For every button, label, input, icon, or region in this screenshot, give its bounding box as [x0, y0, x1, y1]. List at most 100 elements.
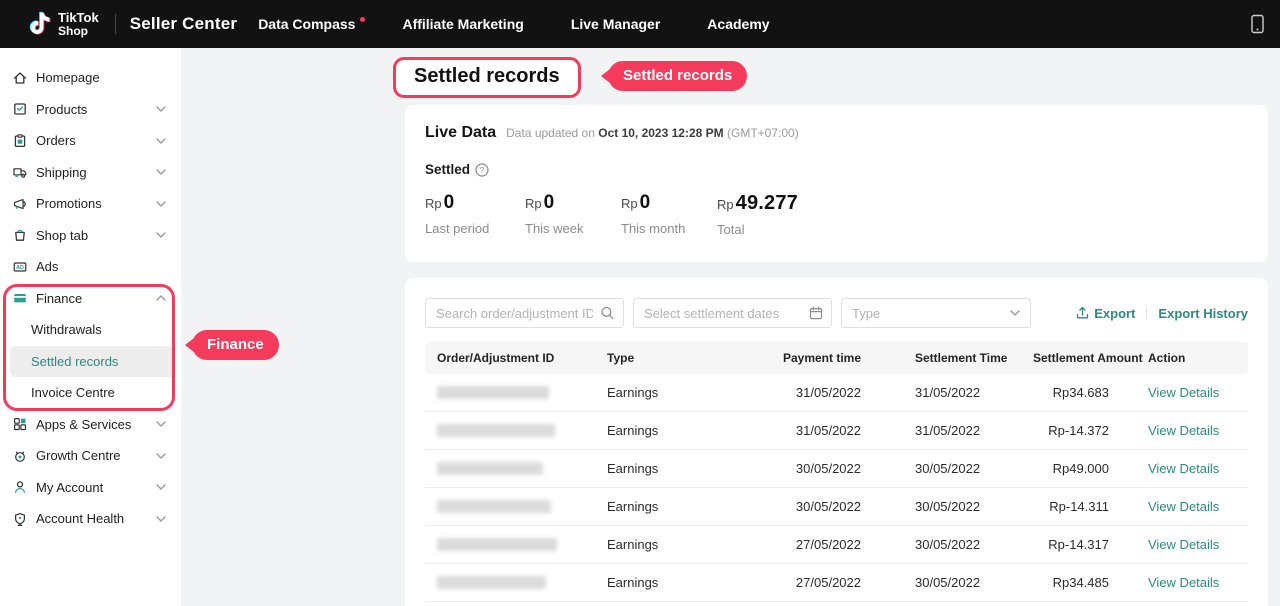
question-circle-icon[interactable]: ? [475, 163, 489, 177]
col-settlement-amount: Settlement Amount [1021, 342, 1121, 374]
chevron-down-icon [156, 138, 166, 144]
sidebar-item-withdrawals[interactable]: Withdrawals [0, 314, 181, 346]
updated-timestamp: Oct 10, 2023 12:28 PM [598, 126, 723, 140]
sidebar-item-shop-tab[interactable]: Shop tab [0, 220, 181, 252]
orders-clipboard-icon [12, 133, 28, 149]
view-details-link[interactable]: View Details [1148, 575, 1219, 590]
view-details-link[interactable]: View Details [1148, 461, 1219, 476]
sidebar-item-orders[interactable]: Orders [0, 125, 181, 157]
chevron-up-icon [156, 295, 166, 301]
annotation-callout-finance: Finance [192, 330, 279, 360]
table-row: Earnings 31/05/2022 31/05/2022 Rp34.683 … [425, 374, 1248, 412]
redacted-order-id [437, 538, 557, 551]
col-settlement-time: Settlement Time [873, 342, 1021, 374]
calendar-icon[interactable] [809, 306, 823, 320]
stat-this-week: Rp0 This week [525, 192, 621, 237]
mobile-phone-icon[interactable] [1244, 7, 1270, 41]
nav-data-compass[interactable]: Data Compass [258, 16, 355, 32]
user-icon [12, 479, 28, 495]
promotions-megaphone-icon [12, 196, 28, 212]
search-input-wrap [425, 298, 624, 328]
svg-text:AD: AD [16, 265, 24, 271]
view-details-link[interactable]: View Details [1148, 499, 1219, 514]
export-button[interactable]: Export [1076, 306, 1135, 321]
type-select[interactable]: Type [841, 298, 1031, 328]
chevron-down-icon [156, 201, 166, 207]
stat-total: Rp49.277 Total [717, 192, 817, 237]
finance-card-icon [12, 290, 28, 306]
sidebar-item-account-health[interactable]: Account Health [0, 503, 181, 535]
tiktok-shop-logo[interactable]: TikTok Shop [27, 10, 99, 38]
settled-records-table: Order/Adjustment ID Type Payment time Se… [425, 342, 1248, 602]
col-type: Type [595, 342, 725, 374]
sidebar-item-finance[interactable]: Finance [0, 283, 181, 315]
nav-academy[interactable]: Academy [707, 16, 769, 32]
redacted-order-id [437, 424, 555, 437]
sidebar-item-invoice-centre[interactable]: Invoice Centre [0, 377, 181, 409]
sidebar-item-growth-centre[interactable]: Growth Centre [0, 440, 181, 472]
table-header-row: Order/Adjustment ID Type Payment time Se… [425, 342, 1248, 374]
chevron-down-icon [156, 484, 166, 490]
chevron-down-icon [156, 453, 166, 459]
table-row: Earnings 27/05/2022 30/05/2022 Rp-14.317… [425, 526, 1248, 564]
page-title: Settled records [414, 65, 560, 88]
account-health-icon [12, 511, 28, 527]
search-icon[interactable] [600, 306, 615, 321]
live-data-card: Live Data Data updated on Oct 10, 2023 1… [405, 105, 1268, 262]
nav-affiliate-marketing[interactable]: Affiliate Marketing [402, 16, 523, 32]
sidebar-item-homepage[interactable]: Homepage [0, 62, 181, 94]
chevron-down-icon [156, 232, 166, 238]
redacted-order-id [437, 462, 543, 475]
sidebar-item-apps-services[interactable]: Apps & Services [0, 409, 181, 441]
date-range-input-wrap [633, 298, 832, 328]
redacted-order-id [437, 500, 551, 513]
chevron-down-icon [156, 106, 166, 112]
settled-section-label: Settled [425, 162, 470, 177]
main-content: Settled records Settled records Finance … [181, 48, 1280, 606]
topbar-nav: Data Compass Affiliate Marketing Live Ma… [258, 16, 769, 32]
redacted-order-id [437, 576, 546, 589]
redacted-order-id [437, 386, 549, 399]
sidebar-item-settled-records[interactable]: Settled records [10, 346, 175, 378]
annotation-callout-settled-records: Settled records [608, 61, 747, 91]
export-history-button[interactable]: Export History [1158, 306, 1248, 321]
nav-live-manager[interactable]: Live Manager [571, 16, 660, 32]
sidebar-item-promotions[interactable]: Promotions [0, 188, 181, 220]
products-box-icon [12, 101, 28, 117]
chevron-down-icon [156, 516, 166, 522]
sidebar: Homepage Products Orders Shipping Promot… [0, 48, 181, 606]
sidebar-item-products[interactable]: Products [0, 94, 181, 126]
seller-center-title[interactable]: Seller Center [130, 14, 237, 34]
stat-this-month: Rp0 This month [621, 192, 717, 237]
export-divider [1146, 307, 1147, 319]
settled-stats: Rp0 Last period Rp0 This week Rp0 This m… [425, 192, 1248, 237]
growth-icon [12, 448, 28, 464]
shipping-truck-icon [12, 164, 28, 180]
notification-dot [360, 17, 365, 22]
sidebar-item-ads[interactable]: AD Ads [0, 251, 181, 283]
view-details-link[interactable]: View Details [1148, 385, 1219, 400]
shop-bag-icon [12, 227, 28, 243]
view-details-link[interactable]: View Details [1148, 423, 1219, 438]
tiktok-note-icon [27, 10, 53, 38]
filter-bar: Type Export Export History [425, 298, 1248, 328]
sidebar-item-my-account[interactable]: My Account [0, 472, 181, 504]
topbar-divider [115, 14, 116, 34]
col-payment-time: Payment time [725, 342, 873, 374]
data-updated-text: Data updated on Oct 10, 2023 12:28 PM (G… [506, 126, 799, 140]
table-row: Earnings 30/05/2022 30/05/2022 Rp49.000 … [425, 450, 1248, 488]
topbar: TikTok Shop Seller Center Data Compass A… [0, 0, 1280, 48]
settled-records-card: Type Export Export History Order/Adjus [405, 278, 1268, 606]
sidebar-item-shipping[interactable]: Shipping [0, 157, 181, 189]
col-order-id: Order/Adjustment ID [425, 342, 595, 374]
brand-wordmark: TikTok Shop [58, 11, 99, 36]
view-details-link[interactable]: View Details [1148, 537, 1219, 552]
chevron-down-icon [156, 169, 166, 175]
table-row: Earnings 30/05/2022 30/05/2022 Rp-14.311… [425, 488, 1248, 526]
ads-icon: AD [12, 259, 28, 275]
live-data-title: Live Data [425, 124, 496, 142]
settlement-dates-input[interactable] [634, 299, 831, 327]
table-row: Earnings 31/05/2022 31/05/2022 Rp-14.372… [425, 412, 1248, 450]
search-input[interactable] [426, 299, 623, 327]
annotation-box-page-title: Settled records [393, 57, 581, 98]
